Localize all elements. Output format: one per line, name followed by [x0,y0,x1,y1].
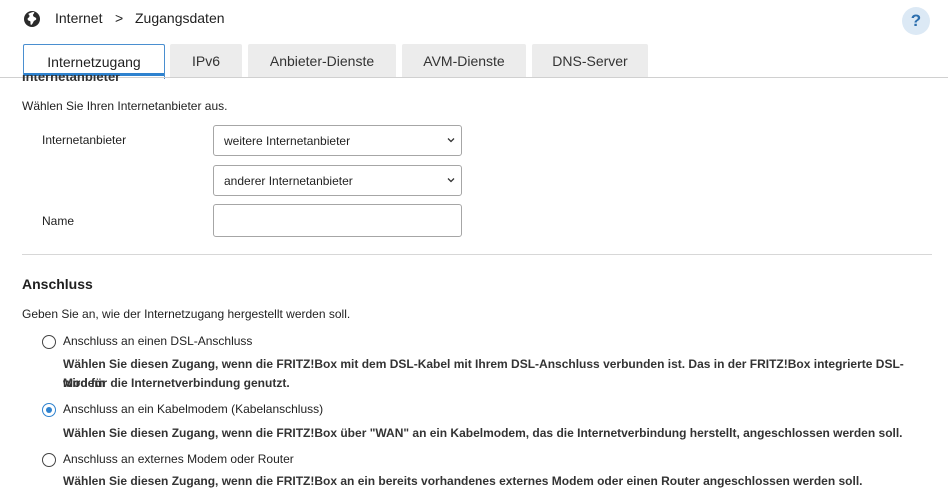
tab-dns-server[interactable]: DNS-Server [532,44,648,77]
provider-select-value: weitere Internetanbieter [224,134,351,148]
chevron-down-icon [447,178,455,183]
globe-icon [24,11,40,27]
provider-select[interactable]: weitere Internetanbieter [213,125,462,156]
radio-external[interactable] [42,453,56,467]
breadcrumb-current: Zugangsdaten [135,10,225,26]
section-heading-connection: Anschluss [22,276,93,292]
provider-intro: Wählen Sie Ihren Internetanbieter aus. [22,99,228,113]
chevron-down-icon [447,138,455,143]
header: Internet > Zugangsdaten ? [0,0,948,40]
connection-description: Geben Sie an, wie der Internetzugang her… [22,307,351,321]
tab-ipv6[interactable]: IPv6 [170,44,242,77]
provider-label: Internetanbieter [42,133,127,147]
section-heading-provider: Internetanbieter [22,75,222,84]
radio-dsl-label[interactable]: Anschluss an einen DSL-Anschluss [63,334,252,348]
radio-dsl[interactable] [42,335,56,349]
radio-cable-help: Wählen Sie diesen Zugang, wenn die FRITZ… [63,426,903,440]
section-divider [22,254,932,255]
name-label: Name [42,214,75,228]
provider-subselect[interactable]: anderer Internetanbieter [213,165,462,196]
radio-cable[interactable] [42,403,56,417]
radio-external-label[interactable]: Anschluss an externes Modem oder Router [63,452,294,466]
provider-subselect-value: anderer Internetanbieter [224,174,353,188]
tab-anbieter-dienste[interactable]: Anbieter-Dienste [248,44,396,77]
tab-internetzugang[interactable]: Internetzugang [23,44,165,79]
tab-avm-dienste[interactable]: AVM-Dienste [402,44,526,77]
radio-cable-label[interactable]: Anschluss an ein Kabelmodem (Kabelanschl… [63,402,323,416]
breadcrumb-separator: > [115,10,124,26]
name-field[interactable] [213,204,462,237]
radio-external-help: Wählen Sie diesen Zugang, wenn die FRITZ… [63,474,863,488]
section-heading-provider-text: Internetanbieter [22,75,121,84]
help-button[interactable]: ? [902,7,930,35]
breadcrumb-home[interactable]: Internet [55,10,102,26]
radio-dsl-help-line2: wird für die Internetverbindung genutzt. [63,376,290,390]
